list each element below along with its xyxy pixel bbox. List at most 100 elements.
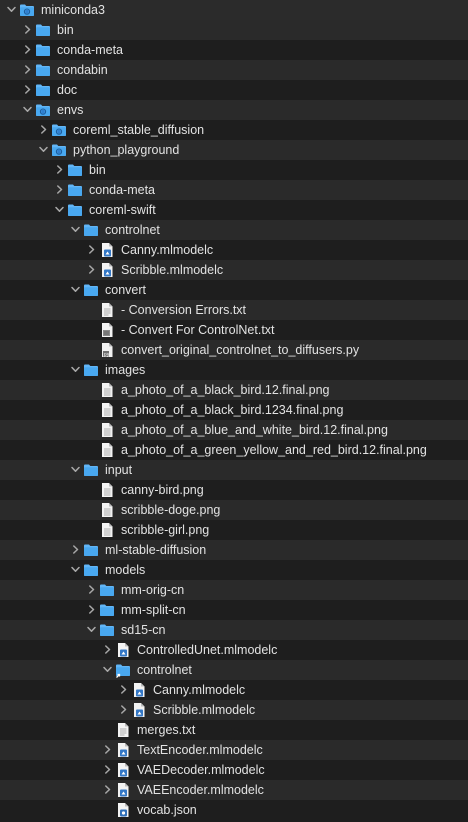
tree-row[interactable]: envs bbox=[0, 100, 468, 120]
tree-item-label: conda-meta bbox=[89, 183, 156, 197]
tree-item-label: ml-stable-diffusion bbox=[105, 543, 207, 557]
tree-row[interactable]: sd15-cn bbox=[0, 620, 468, 640]
disclosure-chevron-down-icon[interactable] bbox=[70, 560, 80, 580]
disclosure-chevron-right-icon[interactable] bbox=[118, 680, 128, 700]
tree-item-label: coreml-swift bbox=[89, 203, 156, 217]
disclosure-chevron-right-icon[interactable] bbox=[86, 580, 96, 600]
disclosure-chevron-down-icon[interactable] bbox=[70, 220, 80, 240]
folder-icon bbox=[67, 202, 83, 218]
folder-icon bbox=[67, 162, 83, 178]
tree-row[interactable]: a_photo_of_a_green_yellow_and_red_bird.1… bbox=[0, 440, 468, 460]
disclosure-chevron-right-icon[interactable] bbox=[22, 20, 32, 40]
tree-row[interactable]: a_photo_of_a_black_bird.1234.final.png bbox=[0, 400, 468, 420]
tree-item-label: VAEDecoder.mlmodelc bbox=[137, 763, 265, 777]
disclosure-chevron-right-icon[interactable] bbox=[102, 640, 112, 660]
tree-row[interactable]: controlnet bbox=[0, 220, 468, 240]
disclosure-chevron-right-icon[interactable] bbox=[86, 600, 96, 620]
tree-row[interactable]: images bbox=[0, 360, 468, 380]
disclosure-chevron-right-icon[interactable] bbox=[102, 780, 112, 800]
disclosure-chevron-right-icon[interactable] bbox=[54, 160, 64, 180]
disclosure-chevron-right-icon[interactable] bbox=[22, 60, 32, 80]
image-file-icon bbox=[99, 502, 115, 518]
disclosure-chevron-right-icon[interactable] bbox=[38, 120, 48, 140]
tree-row[interactable]: ControlledUnet.mlmodelc bbox=[0, 640, 468, 660]
tree-row[interactable]: input bbox=[0, 460, 468, 480]
tree-row[interactable]: Scribble.mlmodelc bbox=[0, 260, 468, 280]
tree-item-label: - Conversion Errors.txt bbox=[121, 303, 247, 317]
tree-row[interactable]: VAEDecoder.mlmodelc bbox=[0, 760, 468, 780]
disclosure-chevron-right-icon[interactable] bbox=[70, 540, 80, 560]
tree-row[interactable]: scribble-doge.png bbox=[0, 500, 468, 520]
tree-row[interactable]: - Convert For ControlNet.txt bbox=[0, 320, 468, 340]
disclosure-chevron-down-icon[interactable] bbox=[38, 140, 48, 160]
folder-doc-icon bbox=[35, 102, 51, 118]
tree-row[interactable]: Canny.mlmodelc bbox=[0, 240, 468, 260]
tree-row[interactable]: conda-meta bbox=[0, 180, 468, 200]
file-tree: miniconda3 bin conda-meta condabin doc e… bbox=[0, 0, 468, 820]
tree-row[interactable]: - Conversion Errors.txt bbox=[0, 300, 468, 320]
tree-row[interactable]: ml-stable-diffusion bbox=[0, 540, 468, 560]
disclosure-chevron-down-icon[interactable] bbox=[70, 460, 80, 480]
folder-icon bbox=[83, 562, 99, 578]
tree-item-label: conda-meta bbox=[57, 43, 124, 57]
tree-row[interactable]: doc bbox=[0, 80, 468, 100]
tree-row[interactable]: convert bbox=[0, 280, 468, 300]
tree-row[interactable]: scribble-girl.png bbox=[0, 520, 468, 540]
tree-row[interactable]: bin bbox=[0, 160, 468, 180]
tree-row[interactable]: merges.txt bbox=[0, 720, 468, 740]
tree-row[interactable]: canny-bird.png bbox=[0, 480, 468, 500]
tree-item-label: mm-orig-cn bbox=[121, 583, 185, 597]
disclosure-chevron-right-icon[interactable] bbox=[102, 760, 112, 780]
tree-item-label: Scribble.mlmodelc bbox=[153, 703, 256, 717]
tree-row[interactable]: mm-orig-cn bbox=[0, 580, 468, 600]
tree-item-label: miniconda3 bbox=[41, 3, 105, 17]
tree-row[interactable]: py convert_original_controlnet_to_diffus… bbox=[0, 340, 468, 360]
folder-icon bbox=[35, 42, 51, 58]
tree-row[interactable]: controlnet bbox=[0, 660, 468, 680]
disclosure-chevron-right-icon[interactable] bbox=[54, 180, 64, 200]
tree-row[interactable]: Canny.mlmodelc bbox=[0, 680, 468, 700]
tree-row[interactable]: coreml-swift bbox=[0, 200, 468, 220]
tree-row[interactable]: python_playground bbox=[0, 140, 468, 160]
tree-item-label: TextEncoder.mlmodelc bbox=[137, 743, 263, 757]
disclosure-chevron-right-icon[interactable] bbox=[22, 80, 32, 100]
package-file-icon bbox=[115, 762, 131, 778]
tree-item-label: a_photo_of_a_black_bird.12.final.png bbox=[121, 383, 330, 397]
tree-item-label: scribble-girl.png bbox=[121, 523, 210, 537]
disclosure-chevron-right-icon[interactable] bbox=[102, 740, 112, 760]
tree-row[interactable]: mm-split-cn bbox=[0, 600, 468, 620]
folder-icon bbox=[99, 622, 115, 638]
script-file-icon: py bbox=[99, 342, 115, 358]
tree-row[interactable]: TextEncoder.mlmodelc bbox=[0, 740, 468, 760]
tree-row[interactable]: bin bbox=[0, 20, 468, 40]
disclosure-chevron-down-icon[interactable] bbox=[6, 0, 16, 20]
tree-row[interactable]: VAEEncoder.mlmodelc bbox=[0, 780, 468, 800]
folder-icon bbox=[83, 462, 99, 478]
disclosure-chevron-right-icon[interactable] bbox=[86, 260, 96, 280]
disclosure-chevron-down-icon[interactable] bbox=[54, 200, 64, 220]
disclosure-chevron-down-icon[interactable] bbox=[22, 100, 32, 120]
disclosure-chevron-right-icon[interactable] bbox=[118, 700, 128, 720]
tree-row[interactable]: miniconda3 bbox=[0, 0, 468, 20]
folder-icon bbox=[35, 22, 51, 38]
tree-row[interactable]: a_photo_of_a_black_bird.12.final.png bbox=[0, 380, 468, 400]
package-file-icon bbox=[115, 742, 131, 758]
tree-row[interactable]: conda-meta bbox=[0, 40, 468, 60]
tree-item-label: input bbox=[105, 463, 133, 477]
disclosure-chevron-down-icon[interactable] bbox=[86, 620, 96, 640]
tree-row[interactable]: models bbox=[0, 560, 468, 580]
disclosure-chevron-down-icon[interactable] bbox=[70, 280, 80, 300]
folder-icon bbox=[35, 82, 51, 98]
disclosure-chevron-down-icon[interactable] bbox=[70, 360, 80, 380]
tree-item-label: controlnet bbox=[137, 663, 192, 677]
disclosure-chevron-right-icon[interactable] bbox=[86, 240, 96, 260]
disclosure-chevron-down-icon[interactable] bbox=[102, 660, 112, 680]
tree-row[interactable]: Scribble.mlmodelc bbox=[0, 700, 468, 720]
tree-row[interactable]: a_photo_of_a_blue_and_white_bird.12.fina… bbox=[0, 420, 468, 440]
tree-row[interactable]: vocab.json bbox=[0, 800, 468, 820]
tree-item-label: controlnet bbox=[105, 223, 160, 237]
disclosure-chevron-right-icon[interactable] bbox=[22, 40, 32, 60]
tree-item-label: python_playground bbox=[73, 143, 180, 157]
tree-row[interactable]: coreml_stable_diffusion bbox=[0, 120, 468, 140]
tree-row[interactable]: condabin bbox=[0, 60, 468, 80]
